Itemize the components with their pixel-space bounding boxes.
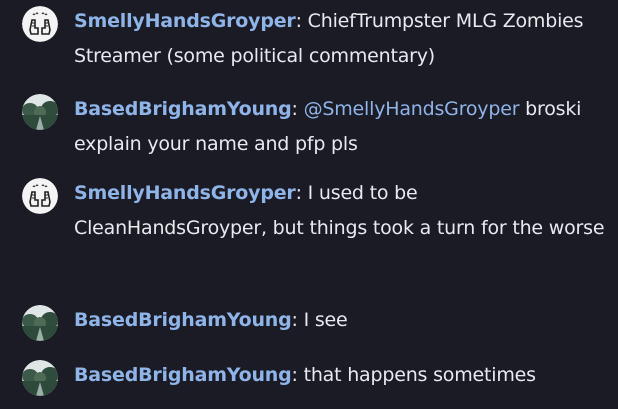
separator: : (291, 364, 298, 386)
username[interactable]: BasedBrighamYoung (74, 98, 292, 120)
praying-hands-icon[interactable] (22, 178, 58, 214)
username[interactable]: BasedBrighamYoung (74, 364, 292, 386)
user-mention[interactable]: @SmellyHandsGroyper (304, 98, 520, 120)
separator: : (295, 10, 302, 32)
separator: : (295, 182, 302, 204)
landscape-avatar-icon[interactable] (22, 305, 58, 341)
message-text: I see (303, 309, 348, 331)
username[interactable]: SmellyHandsGroyper (74, 10, 296, 32)
message-body: BasedBrighamYoung: that happens sometime… (74, 358, 614, 393)
chat-log: SmellyHandsGroyper: ChiefTrumpster MLG Z… (0, 0, 618, 409)
message-text: that happens sometimes (303, 364, 536, 386)
landscape-avatar-icon[interactable] (22, 360, 58, 396)
message-body: BasedBrighamYoung: I see (74, 303, 614, 338)
message-body: BasedBrighamYoung: @SmellyHandsGroyper b… (74, 92, 614, 162)
username[interactable]: BasedBrighamYoung (74, 309, 292, 331)
separator: : (291, 309, 298, 331)
message-body: SmellyHandsGroyper: I used to be CleanHa… (74, 176, 614, 246)
separator: : (291, 98, 298, 120)
username[interactable]: SmellyHandsGroyper (74, 182, 296, 204)
message-body: SmellyHandsGroyper: ChiefTrumpster MLG Z… (74, 4, 614, 74)
landscape-avatar-icon[interactable] (22, 94, 58, 130)
praying-hands-icon[interactable] (22, 6, 58, 42)
